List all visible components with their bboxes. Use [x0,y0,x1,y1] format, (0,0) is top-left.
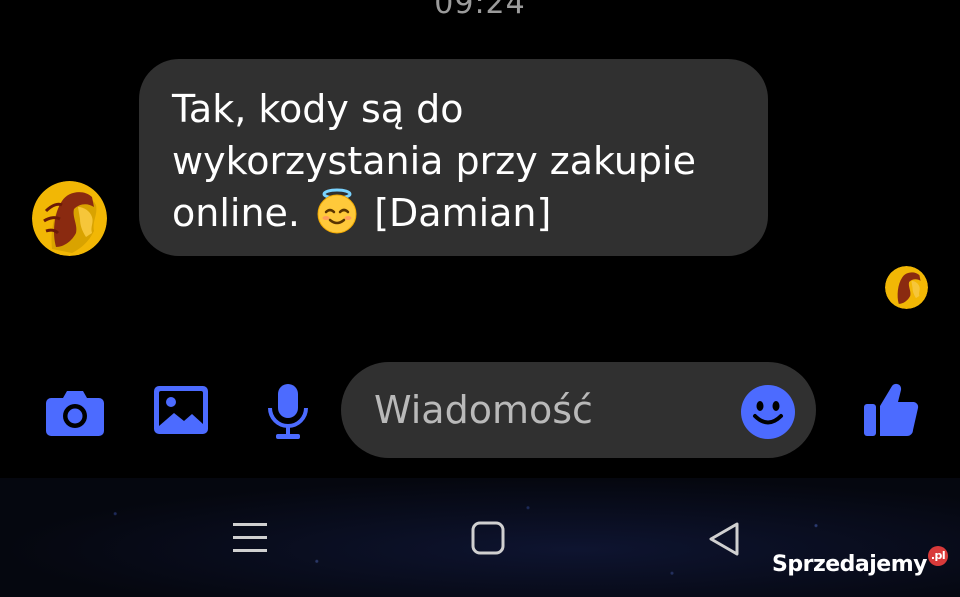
message-bubble[interactable]: Tak, kody są do wykorzystania przy zakup… [139,59,768,256]
message-text: Tak, kody są do wykorzystania przy zakup… [172,83,738,239]
camera-icon[interactable] [45,386,105,436]
message-line-3-end: [Damian] [374,191,552,235]
message-line-1: Tak, kody są do [172,87,464,131]
watermark-brand: Sprzedajemy [772,552,928,577]
watermark-tld: .pl [928,546,948,566]
gallery-icon[interactable] [154,386,208,434]
sender-avatar[interactable] [32,181,107,256]
status-time: 09:24 [434,0,526,21]
home-icon[interactable] [471,521,505,555]
avatar-image [885,266,928,309]
avatar-image [32,181,107,256]
emoji-icon[interactable] [741,385,795,439]
halo-face-emoji-icon [317,188,357,234]
microphone-icon[interactable] [266,384,310,440]
thumbs-up-icon[interactable] [862,380,920,438]
message-line-2: wykorzystania przy zakupie [172,139,696,183]
back-icon[interactable] [707,522,741,556]
message-line-3-start: online. [172,191,300,235]
read-receipt-avatar [885,266,928,309]
message-input-placeholder: Wiadomość [374,388,593,432]
watermark-logo: Sprzedajemy .pl [772,546,948,577]
menu-icon[interactable] [232,520,268,556]
